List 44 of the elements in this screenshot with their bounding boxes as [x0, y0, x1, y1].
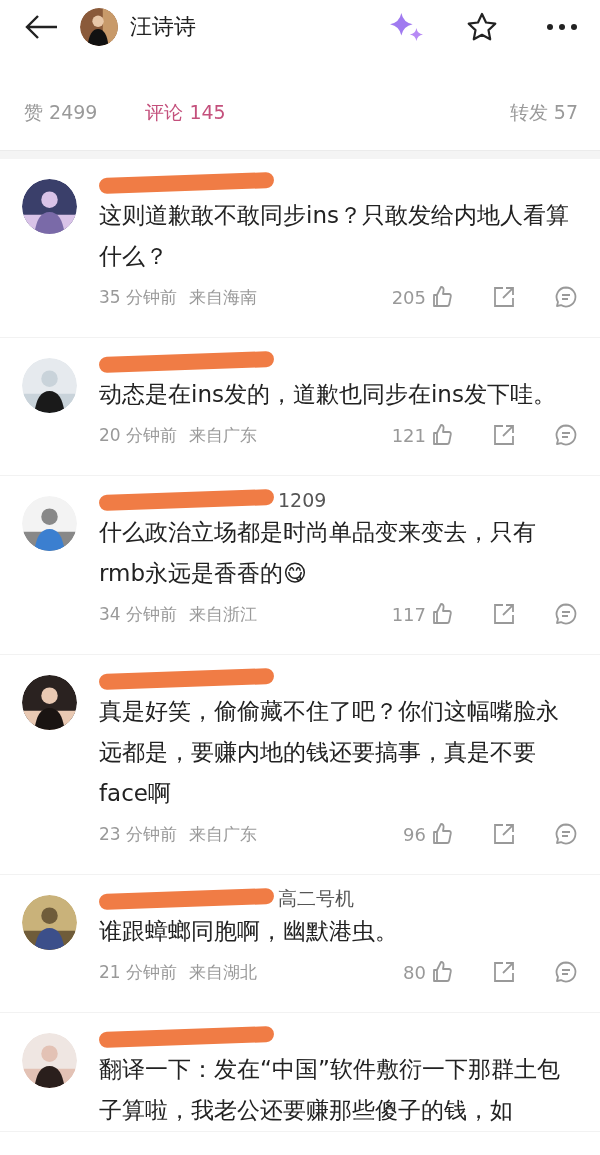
location-label: 来自广东 [189, 822, 258, 846]
comment-text: 动态是在ins发的，道歉也同步在ins发下哇。 [99, 380, 557, 409]
timestamp: 34 分钟前 [99, 602, 178, 626]
comment-text: 什么政治立场都是时尚单品变来变去，只有rmb永远是香香的😋 [99, 518, 537, 588]
share-icon[interactable] [492, 822, 516, 846]
star-icon[interactable] [466, 11, 498, 43]
comment-text: 这则道歉敢不敢同步ins？只敢发给内地人看算什么？ [99, 201, 570, 271]
like-count: 96 [403, 823, 426, 845]
comment-text: 翻译一下：发在“中国”软件敷衍一下那群土包子算啦，我老公还要赚那些傻子的钱，如 [99, 1055, 561, 1125]
tab[interactable]: 评论 145 [145, 100, 226, 126]
thumbs-up-icon[interactable] [430, 602, 454, 626]
share-icon[interactable] [492, 285, 516, 309]
account-name[interactable]: 汪诗诗 [130, 12, 196, 42]
thumbs-up-icon[interactable] [430, 822, 454, 846]
share-icon[interactable] [492, 960, 516, 984]
thumbs-up-icon[interactable] [430, 960, 454, 984]
comment-text: 谁跟蟑螂同胞啊，幽默港虫。 [99, 917, 399, 946]
comment-icon[interactable] [554, 285, 578, 309]
timestamp: 35 分钟前 [99, 285, 178, 309]
share-icon[interactable] [492, 602, 516, 626]
username[interactable]: 1209 [278, 489, 327, 511]
sparkle-icon[interactable] [388, 11, 426, 43]
location-label: 来自广东 [189, 423, 258, 447]
back-icon[interactable] [24, 13, 58, 41]
timestamp: 20 分钟前 [99, 423, 178, 447]
username[interactable]: 高二号机 [278, 886, 354, 912]
like-count: 121 [391, 424, 426, 446]
thumbs-up-icon[interactable] [430, 285, 454, 309]
timestamp: 23 分钟前 [99, 822, 178, 846]
thumbs-up-icon[interactable] [430, 423, 454, 447]
location-label: 来自海南 [189, 285, 258, 309]
location-label: 来自湖北 [189, 960, 258, 984]
comment-icon[interactable] [554, 423, 578, 447]
more-icon[interactable] [546, 23, 578, 31]
comment-icon[interactable] [554, 602, 578, 626]
comment-icon[interactable] [554, 960, 578, 984]
share-icon[interactable] [492, 423, 516, 447]
comment-text: 真是好笑，偷偷藏不住了吧？你们这幅嘴脸永远都是，要赚内地的钱还要搞事，真是不要face啊 [99, 697, 560, 808]
like-count: 80 [403, 961, 426, 983]
timestamp: 21 分钟前 [99, 960, 178, 984]
like-count: 205 [391, 286, 426, 308]
like-count: 117 [391, 603, 426, 625]
location-label: 来自浙江 [189, 602, 258, 626]
comment-icon[interactable] [554, 822, 578, 846]
